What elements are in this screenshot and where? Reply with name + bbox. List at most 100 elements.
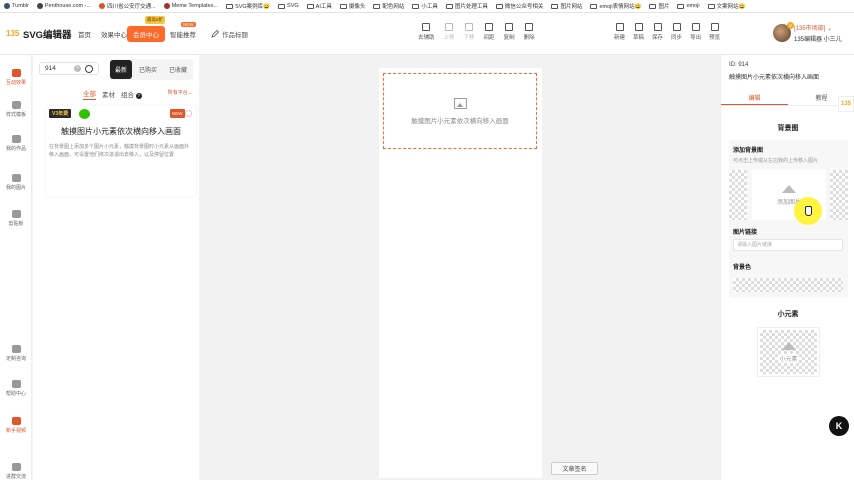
tab-latest[interactable]: 最新 xyxy=(110,60,133,79)
bookmark-item[interactable]: emoji表情网站😀 xyxy=(590,2,641,10)
nav-effects-center[interactable]: 效果中心 xyxy=(101,29,127,39)
search-icon[interactable] xyxy=(85,64,93,73)
rail-item-template[interactable]: 样式模板 xyxy=(0,101,32,118)
component-hint: 触摸图片小元素依次横向移入画面 xyxy=(411,117,509,125)
tab-favorited[interactable]: 已收藏 xyxy=(164,60,192,79)
tool-export[interactable]: 导出 xyxy=(690,23,701,41)
tool-label: 保存 xyxy=(652,35,664,41)
rail-label: 剪贴板 xyxy=(8,221,24,227)
tool-draft[interactable]: 草稿 xyxy=(633,23,644,41)
bookmark-item[interactable]: AI工具 xyxy=(306,2,332,10)
rail-item-cloud[interactable]: 我的图片 xyxy=(0,174,32,191)
bookmark-item[interactable]: SVG案例库😀 xyxy=(226,2,270,10)
cloud-icon xyxy=(11,174,21,182)
tool-copy[interactable]: 复制 xyxy=(504,23,515,41)
folder-icon xyxy=(649,3,657,9)
bookmark-item[interactable]: SVG xyxy=(278,3,299,9)
bookmark-label: Tumblr xyxy=(12,3,29,9)
user-menu[interactable]: V [135市场部] ⌄ 135编辑器 小三儿 xyxy=(773,22,842,43)
floating-assistant-button[interactable]: K xyxy=(829,416,849,436)
filter-combo[interactable]: 组合 ? xyxy=(121,89,142,99)
bookmark-item[interactable]: Meme Templates... xyxy=(163,3,218,9)
tool-preview[interactable]: 预览 xyxy=(709,23,720,41)
article-signature-button[interactable]: 文章签名 xyxy=(551,462,598,475)
tool-spacing[interactable]: 间距 xyxy=(484,23,495,41)
bookmark-item[interactable]: Penthouse.com -... xyxy=(36,3,91,9)
card-title: 触摸图片小元素依次横向移入画面 xyxy=(61,127,181,136)
bookmark-item[interactable]: 图片处理工具 xyxy=(445,2,488,10)
transparent-preview-left xyxy=(729,170,747,220)
section-background: 背景图 xyxy=(777,125,799,132)
bookmark-item[interactable]: 配色网站 xyxy=(373,2,404,10)
rail-item-video[interactable]: 新手视频 xyxy=(0,417,32,434)
favorite-toggle[interactable] xyxy=(185,110,192,117)
search-box[interactable]: 914 × xyxy=(39,62,99,75)
tab-purchased[interactable]: 已购买 xyxy=(134,60,162,79)
folder-icon xyxy=(306,3,314,9)
save-icon xyxy=(653,23,662,31)
title-label: 作品标题 xyxy=(222,32,248,39)
tool-label: 上移 xyxy=(443,35,455,41)
nav-home[interactable]: 首页 xyxy=(78,29,91,39)
bookmark-label: 配色网站 xyxy=(382,4,405,10)
vip-discount-badge: 最高8折 xyxy=(145,16,166,24)
tool-grid[interactable]: 去辅助 xyxy=(418,23,435,41)
rail-item-help[interactable]: 帮助中心 xyxy=(0,380,32,397)
bookmark-item[interactable]: emoji xyxy=(677,3,700,9)
platform-filter[interactable]: 所有平台⌄ xyxy=(168,89,192,96)
avatar[interactable]: V xyxy=(773,22,794,42)
rail-item-interaction[interactable]: 互动效果 xyxy=(0,69,32,86)
bookmark-item[interactable]: 小工具 xyxy=(412,2,438,10)
nav-smart-recommend[interactable]: 智能推荐 xyxy=(170,29,196,39)
filter-all[interactable]: 全部 xyxy=(83,88,96,100)
pencil-icon xyxy=(211,30,219,38)
rail-item-works[interactable]: 我的作品 xyxy=(0,135,32,152)
tab-edit[interactable]: 编辑 xyxy=(721,93,788,105)
folder-icon xyxy=(707,3,715,9)
logo[interactable]: 135 SVG编辑器 xyxy=(6,27,72,41)
add-background-hint: 可点击上传或从左边我的上传移入图片 xyxy=(733,158,819,164)
bookmark-item[interactable]: 文案网站😀 xyxy=(707,2,745,10)
title-edit[interactable]: 作品标题 xyxy=(211,29,248,39)
filter-material[interactable]: 素材 xyxy=(102,89,115,99)
rail-item-group[interactable]: 进群交流 xyxy=(0,463,32,480)
search-input[interactable]: 914 xyxy=(45,65,74,72)
bookmark-item[interactable]: 摄像头 xyxy=(339,2,365,10)
rail-item-clipboard[interactable]: 剪贴板 xyxy=(0,210,32,227)
side-logo-icon[interactable]: 135 xyxy=(838,96,854,112)
bookmark-label: 四川省公安厅交通... xyxy=(107,4,156,10)
bookmark-item[interactable]: 微信公众号相关 xyxy=(495,2,543,10)
vip-center-button[interactable]: 会员中心 xyxy=(127,26,165,42)
bookmark-label: 图片网站 xyxy=(560,4,583,10)
effect-card[interactable]: V3年费 NEW 触摸图片小元素依次横向移入画面 在背景图上添加多个图片小元素，… xyxy=(46,106,196,196)
tool-trash[interactable]: 删除 xyxy=(524,23,535,41)
bookmark-label: SVG案例库😀 xyxy=(235,4,271,10)
selected-component[interactable]: 触摸图片小元素依次横向移入画面 xyxy=(383,73,537,149)
new-badge: NEW xyxy=(170,109,185,118)
tool-label: 删除 xyxy=(523,35,535,41)
tool-label: 复制 xyxy=(503,35,515,41)
tool-save[interactable]: 保存 xyxy=(652,23,663,41)
tool-arrow-down: 下移 xyxy=(464,23,475,41)
bookmark-item[interactable]: 四川省公安厅交通... xyxy=(99,2,156,10)
background-color-picker[interactable] xyxy=(733,278,843,292)
spacing-icon xyxy=(485,23,494,31)
canvas[interactable]: 触摸图片小元素依次横向移入画面 xyxy=(379,68,542,478)
main-nav: 首页 效果中心 xyxy=(78,29,127,39)
bookmark-item[interactable]: 图片网站 xyxy=(551,2,582,10)
bookmark-item[interactable]: 图片 xyxy=(649,2,669,10)
bookmark-label: 图片处理工具 xyxy=(454,4,488,10)
tool-new-file[interactable]: 新建 xyxy=(614,23,625,41)
element-item[interactable]: 小元素 xyxy=(757,327,820,377)
logo-icon: 135 xyxy=(6,29,20,38)
rail-label: 帮助中心 xyxy=(5,391,26,397)
export-icon xyxy=(691,23,700,31)
clear-icon[interactable]: × xyxy=(74,65,81,72)
bookmark-item[interactable]: Tumblr xyxy=(4,3,29,9)
image-placeholder-icon xyxy=(781,341,796,350)
trash-icon xyxy=(525,23,534,31)
rail-item-headset[interactable]: 定制咨询 xyxy=(0,345,32,362)
tool-sync[interactable]: 同步 xyxy=(671,23,682,41)
folder-icon xyxy=(495,3,503,9)
image-link-input[interactable]: 请输入图片链接 xyxy=(733,239,843,251)
